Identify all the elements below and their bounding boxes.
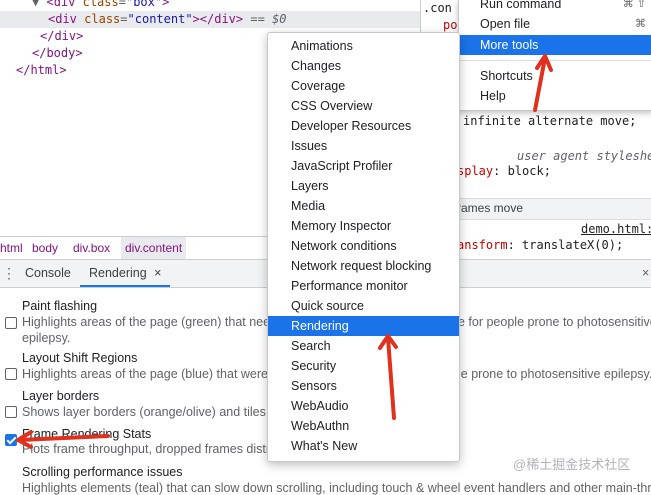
annotation-arrows (16, 54, 553, 449)
watermark: @稀土掘金技术社区 (513, 457, 631, 472)
arrow-shaft (18, 434, 110, 442)
arrow-to-frame-rendering-stats (16, 430, 110, 449)
arrow-to-rendering (378, 334, 398, 420)
arrow-shaft (386, 336, 396, 420)
arrow-to-more-tools (533, 54, 553, 112)
